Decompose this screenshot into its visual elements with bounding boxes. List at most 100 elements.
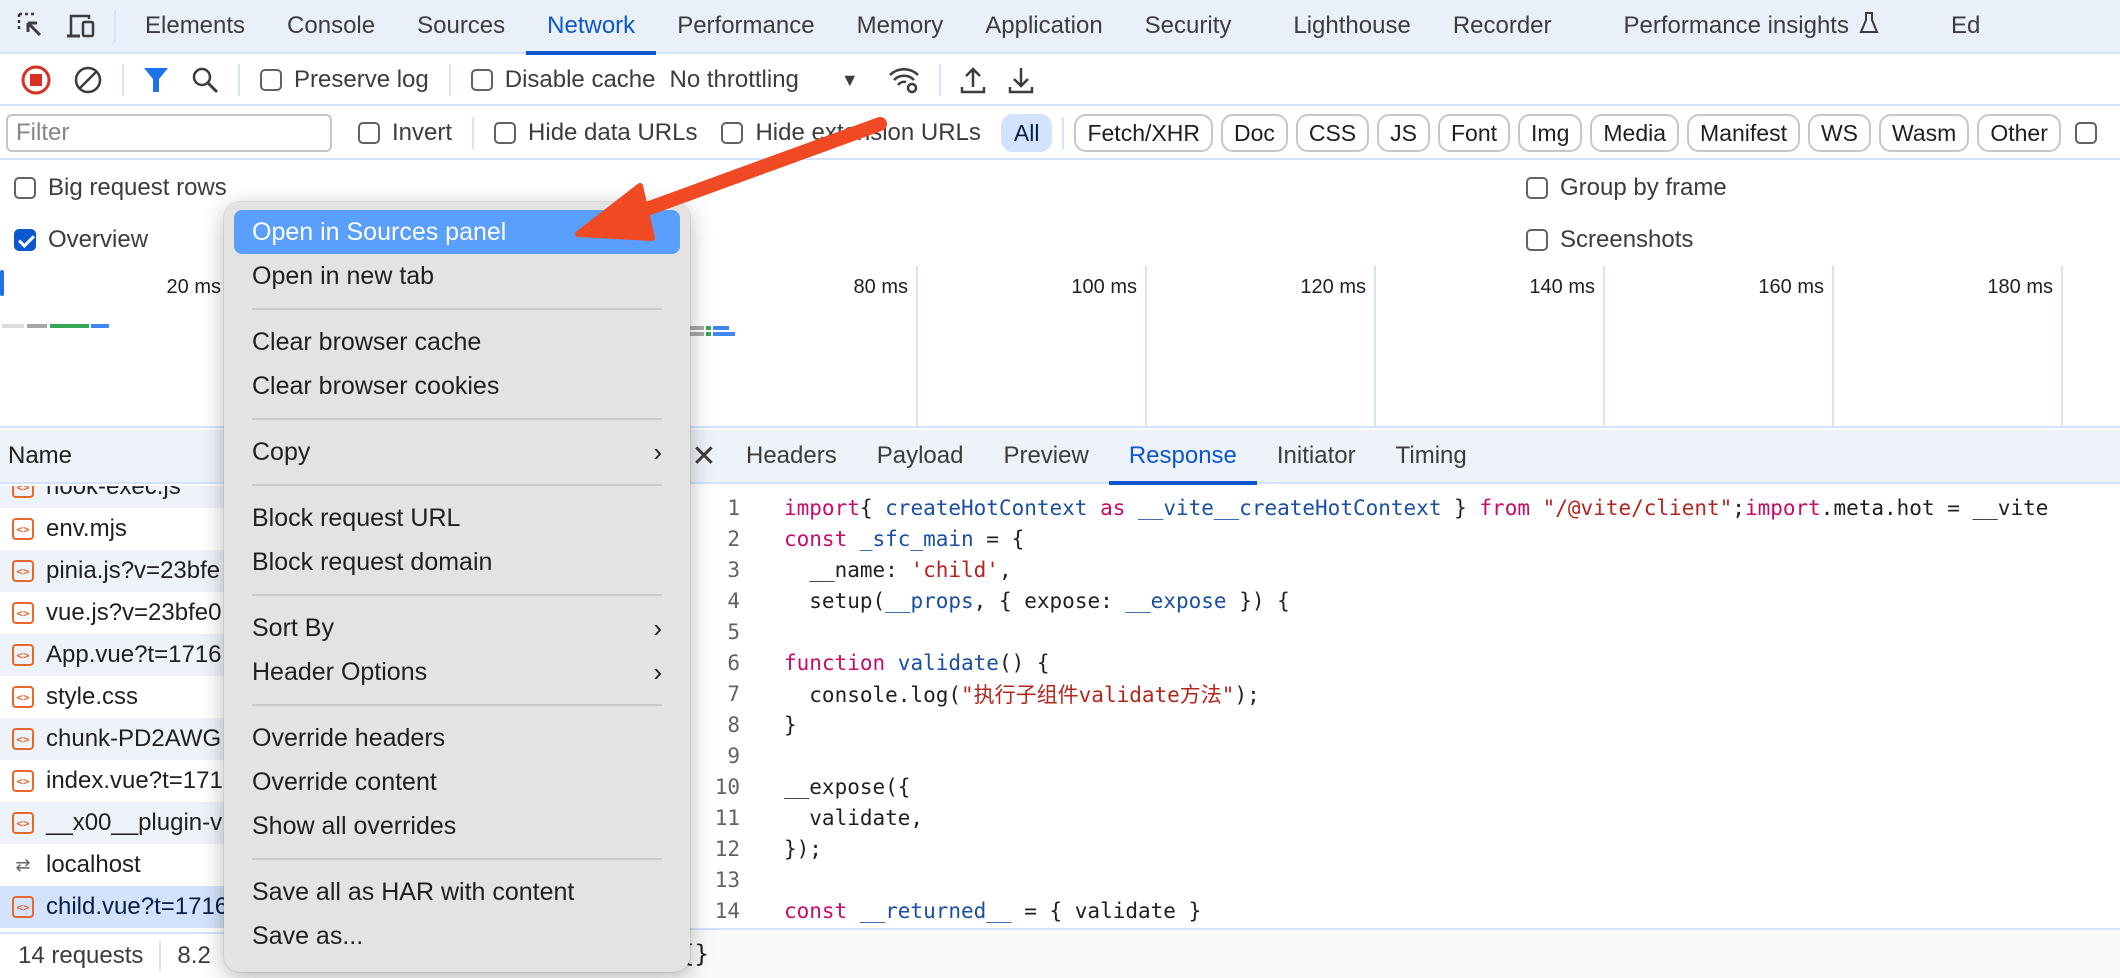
menu-item-override-content[interactable]: Override content <box>234 760 680 804</box>
code-text: }); <box>740 837 822 861</box>
menu-item-block-request-url[interactable]: Block request URL <box>234 496 680 540</box>
preserve-log-checkbox[interactable]: Preserve log <box>260 66 429 94</box>
hide-data-urls-checkbox[interactable]: Hide data URLs <box>494 119 697 147</box>
invert-box[interactable] <box>358 122 380 144</box>
disable-cache-box[interactable] <box>470 69 493 91</box>
timeline-gridline <box>1374 266 1376 426</box>
menu-item-clear-browser-cookies[interactable]: Clear browser cookies <box>234 364 680 408</box>
network-conditions-icon[interactable] <box>877 55 931 105</box>
hide-extension-urls-checkbox[interactable]: Hide extension URLs <box>721 119 981 147</box>
filter-input[interactable] <box>6 114 332 152</box>
submenu-chevron-icon: › <box>653 436 662 467</box>
menu-item-copy[interactable]: Copy › <box>234 430 680 474</box>
code-token: import <box>1744 495 1821 520</box>
group-by-frame-label: Group by frame <box>1560 174 1727 201</box>
tab-memory[interactable]: Memory <box>836 0 965 53</box>
code-line: 11 validate, <box>672 802 2120 833</box>
menu-item-show-all-overrides[interactable]: Show all overrides <box>234 804 680 848</box>
screenshots-box[interactable] <box>1526 229 1548 251</box>
tab-ed[interactable]: Ed <box>1930 0 2001 53</box>
overview-box[interactable] <box>14 229 36 251</box>
record-button[interactable] <box>10 55 62 105</box>
code-token: } <box>1441 495 1480 520</box>
hide-extension-urls-box[interactable] <box>721 122 744 144</box>
group-by-frame-checkbox[interactable]: Group by frame <box>1526 174 1727 202</box>
request-name: style.css <box>46 683 139 710</box>
menu-separator <box>252 418 662 420</box>
code-token: 'child' <box>910 557 999 582</box>
name-column-header[interactable]: Name <box>8 442 72 470</box>
code-line: 9 <box>672 740 2120 771</box>
filter-type-js[interactable]: JS <box>1377 114 1430 152</box>
disable-cache-checkbox[interactable]: Disable cache <box>470 66 655 94</box>
menu-item-block-request-domain[interactable]: Block request domain <box>234 540 680 584</box>
detail-tab-response[interactable]: Response <box>1108 429 1257 485</box>
detail-tab-preview[interactable]: Preview <box>983 429 1108 483</box>
menu-item-label: Header Options <box>252 657 428 686</box>
menu-item-save-all-as-har-with-content[interactable]: Save all as HAR with content <box>234 870 680 914</box>
tab-application[interactable]: Application <box>964 0 1123 53</box>
filter-type-font[interactable]: Font <box>1438 114 1511 152</box>
menu-item-open-in-new-tab[interactable]: Open in new tab <box>234 254 680 298</box>
tab-performance[interactable]: Performance <box>656 0 835 53</box>
filter-type-wasm[interactable]: Wasm <box>1879 114 1970 152</box>
search-icon[interactable] <box>180 55 230 105</box>
overview-checkbox[interactable]: Overview <box>14 226 148 254</box>
tab-label: Lighthouse <box>1293 12 1411 39</box>
tab-recorder[interactable]: Recorder <box>1432 0 1573 53</box>
menu-item-open-in-sources-panel[interactable]: Open in Sources panel <box>234 210 680 254</box>
screenshots-checkbox[interactable]: Screenshots <box>1526 226 1693 254</box>
filter-type-img[interactable]: Img <box>1518 114 1583 152</box>
detail-tab-payload[interactable]: Payload <box>857 429 984 483</box>
filter-type-manifest[interactable]: Manifest <box>1687 114 1800 152</box>
tab-performance-insights[interactable]: Performance insights <box>1603 0 1900 53</box>
group-by-frame-box[interactable] <box>1526 177 1548 199</box>
big-request-rows-checkbox[interactable]: Big request rows <box>14 174 227 202</box>
filter-type-doc[interactable]: Doc <box>1220 114 1288 152</box>
filter-type-all[interactable]: All <box>1000 114 1053 152</box>
filter-icon[interactable] <box>132 55 180 105</box>
code-token: __name: <box>784 557 911 582</box>
overview-left-handle[interactable] <box>0 270 4 296</box>
menu-item-header-options[interactable]: Header Options › <box>234 650 680 694</box>
throttling-select[interactable]: No throttling ▼ <box>669 66 858 94</box>
device-toolbar-icon[interactable] <box>56 0 106 53</box>
tab-sources[interactable]: Sources <box>396 0 526 53</box>
tab-network[interactable]: Network <box>526 0 657 55</box>
filter-type-ws[interactable]: WS <box>1807 114 1872 152</box>
tab-lighthouse[interactable]: Lighthouse <box>1272 0 1431 53</box>
preserve-log-box[interactable] <box>260 69 282 91</box>
menu-item-clear-browser-cache[interactable]: Clear browser cache <box>234 320 680 364</box>
context-menu: Open in Sources panel Open in new tab Clea… <box>224 202 690 972</box>
hide-data-urls-box[interactable] <box>494 122 517 144</box>
more-filter-checkbox[interactable] <box>2074 122 2097 144</box>
filter-type-other[interactable]: Other <box>1977 114 2061 152</box>
detail-tab-initiator[interactable]: Initiator <box>1257 429 1376 483</box>
invert-checkbox[interactable]: Invert <box>358 119 452 147</box>
code-token: = { validate } <box>1011 898 1202 923</box>
code-token: __vite__createHotContext <box>1138 495 1442 520</box>
tab-security[interactable]: Security <box>1124 0 1253 53</box>
response-code-viewer[interactable]: 1 import{ createHotContext as __vite__cre… <box>672 486 2120 928</box>
menu-item-override-headers[interactable]: Override headers <box>234 716 680 760</box>
code-text: } <box>740 713 797 737</box>
menu-item-sort-by[interactable]: Sort By › <box>234 606 680 650</box>
tab-elements[interactable]: Elements <box>124 0 266 53</box>
filter-type-fetchxhr[interactable]: Fetch/XHR <box>1074 114 1213 152</box>
inspect-element-icon[interactable] <box>6 0 56 53</box>
filter-type-media[interactable]: Media <box>1590 114 1680 152</box>
filter-type-css[interactable]: CSS <box>1295 114 1370 152</box>
import-har-icon[interactable] <box>949 55 997 105</box>
code-token: () { <box>998 650 1050 675</box>
detail-tab-headers[interactable]: Headers <box>726 429 857 483</box>
export-har-icon[interactable] <box>997 55 1045 105</box>
tab-console[interactable]: Console <box>266 0 396 53</box>
redirect-document-icon: ⇄ <box>15 854 31 875</box>
menu-item-save-as[interactable]: Save as... <box>234 914 680 958</box>
big-request-rows-box[interactable] <box>14 177 36 199</box>
code-line: 3 __name: 'child', <box>672 554 2120 585</box>
menu-separator <box>252 858 662 860</box>
detail-tab-timing[interactable]: Timing <box>1376 429 1487 483</box>
timeline-tick-label: 180 ms <box>1987 276 2053 298</box>
clear-button[interactable] <box>62 55 114 105</box>
